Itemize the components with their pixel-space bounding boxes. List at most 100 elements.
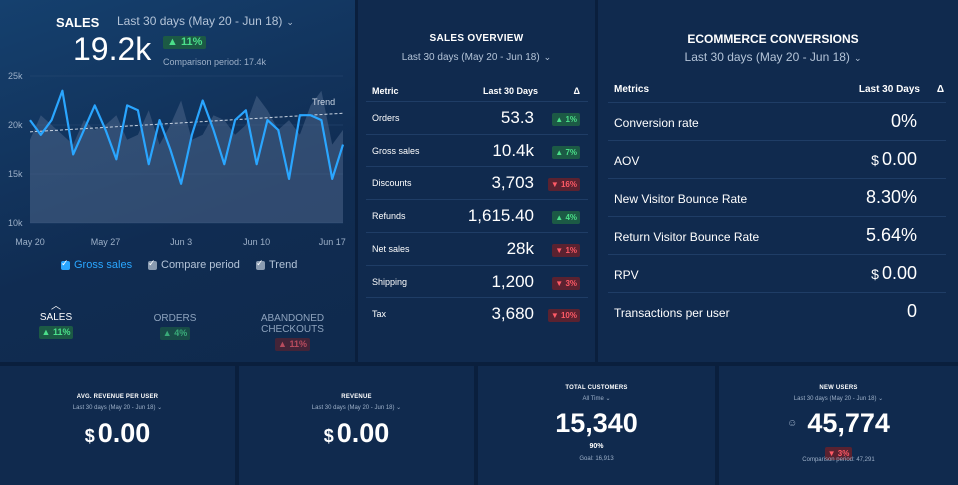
row-value: 1,615.40 [467,206,534,226]
tab-sales[interactable]: ︿ SALES ▲ 11% [36,301,76,339]
checkbox-trend[interactable] [256,258,265,270]
row-change-badge: ▼ 1% [552,243,580,257]
row-change-badge: ▲ 7% [552,145,580,159]
tab-abandoned-checkouts[interactable]: ABANDONED CHECKOUTS ▲ 11% [250,313,335,351]
row-change-badge: ▲ 1% [552,113,580,126]
row-label: Net sales [372,243,410,254]
goal-percent: 90% [589,443,604,450]
row-value: $0.00 [871,149,917,170]
tab-orders[interactable]: ORDERS ▲ 4% [145,313,205,340]
x-tick-label: May 20 [15,237,45,247]
tile-value-number: 45,774 [807,408,890,438]
legend-compare-period[interactable]: Compare period [148,258,240,271]
chevron-down-icon: ⌄ [396,405,402,411]
currency-symbol: $ [871,152,879,168]
row-value-number: 0 [906,301,917,321]
currency-symbol: $ [84,426,95,446]
tile-title: AVG. REVENUE PER USER [76,394,159,400]
tile-value: 15,340 [555,408,638,438]
tile-period-select[interactable]: All Time ⌄ [478,395,715,402]
goal-label: Goal: 16,913 [579,456,614,462]
overview-period-select[interactable]: Last 30 days (May 20 - Jun 18) ⌄ [358,52,595,63]
legend-compare-period-label: Compare period [161,259,240,271]
tab-sales-label: SALES [39,312,73,323]
user-icon: ☺ [787,418,798,429]
row-label: Tax [372,309,387,320]
row-change-badge: ▼ 16% [547,178,580,192]
table-row: AOV $0.00 [608,140,946,178]
table-row: Conversion rate 0% [608,102,946,140]
table-row: Shipping 1,200 ▼ 3% [366,264,588,298]
x-tick-label: May 27 [91,237,121,247]
checkbox-compare-period[interactable] [148,258,157,270]
checkbox-gross-sales[interactable] [61,258,70,270]
legend-trend-label: Trend [269,259,298,271]
conversions-header-period: Last 30 Days [858,84,920,95]
tile-period-label: All Time [582,396,604,402]
chevron-down-icon: ⌄ [605,396,611,402]
row-label: Transactions per user [614,306,730,320]
tile-period-select[interactable]: Last 30 days (May 20 - Jun 18) ⌄ [0,404,235,411]
row-change-badge: ▲ 4% [552,211,580,225]
tile-period-select[interactable]: Last 30 days (May 20 - Jun 18) ⌄ [239,404,474,411]
y-tick-label: 15k [8,169,23,179]
row-value: 5.64% [863,225,917,246]
row-change-badge: ▼ 3% [552,276,580,290]
tab-sales-badge: ▲ 11% [38,326,74,339]
conversions-table-header: Metrics Last 30 Days Δ [608,84,948,100]
row-value-number: 5.64% [865,225,917,245]
table-row: Gross sales 10.4k ▲ 7% [366,133,588,167]
row-label: AOV [614,154,640,168]
conversions-title: ECOMMERCE CONVERSIONS [687,32,859,46]
x-tick-label: Jun 3 [170,237,192,247]
ecommerce-conversions-panel: ECOMMERCE CONVERSIONS Last 30 days (May … [598,0,958,362]
trend-label: Trend [312,97,335,107]
overview-title: SALES OVERVIEW [429,33,524,44]
table-row: Orders 53.3 ▲ 1% [366,101,588,134]
table-row: Return Visitor Bounce Rate 5.64% [608,216,946,254]
tile-title: TOTAL CUSTOMERS [565,385,628,391]
row-value: 10.4k [492,140,534,160]
y-tick-label: 10k [8,218,23,228]
row-label: RPV [614,268,639,282]
table-row: Transactions per user 0 [608,292,946,330]
sales-line-chart: 25k 20k 15k 10k May 20 May 27 Jun 3 Jun 10 Jun 1… [8,71,346,247]
conversions-header-metric: Metrics [614,84,650,95]
row-value: 0% [888,111,917,132]
y-tick-label: 25k [8,71,23,81]
x-tick-label: Jun 17 [319,237,346,247]
row-value: 3,680 [491,304,534,324]
legend-gross-sales[interactable]: Gross sales [61,258,132,271]
tab-abandoned-checkouts-badge: ▲ 11% [275,338,310,351]
table-row: Refunds 1,615.40 ▲ 4% [366,199,588,232]
row-change-badge: ▼ 10% [547,309,580,323]
table-row: New Visitor Bounce Rate 8.30% [608,178,946,216]
tile-title: REVENUE [341,394,372,400]
x-tick-label: Jun 10 [243,237,270,247]
row-value-number: 8.30% [865,187,917,207]
row-value-number: 0.00 [881,149,917,169]
tile-period-label: Last 30 days (May 20 - Jun 18) [72,405,156,411]
tile-period-label: Last 30 days (May 20 - Jun 18) [311,405,395,411]
avg-revenue-per-user-tile: AVG. REVENUE PER USER Last 30 days (May … [0,366,235,485]
conversions-period-select[interactable]: Last 30 days (May 20 - Jun 18) ⌄ [598,50,948,64]
row-value: 53.3 [500,108,534,127]
tile-value: $0.00 [0,418,235,449]
overview-header-delta: Δ [573,86,580,96]
tile-period-select[interactable]: Last 30 days (May 20 - Jun 18) ⌄ [719,395,958,402]
tab-orders-label: ORDERS [153,313,197,324]
row-value: 3,703 [491,173,534,193]
conversions-period-label: Last 30 days (May 20 - Jun 18) [684,50,850,64]
tile-value: $0.00 [239,418,474,449]
y-tick-label: 20k [8,120,23,130]
row-label: New Visitor Bounce Rate [614,192,748,206]
comparison-label: Comparison period: 47,291 [802,457,875,463]
chevron-up-icon: ︿ [51,301,61,312]
chevron-down-icon: ⌄ [878,396,884,402]
sales-panel: SALES Last 30 days (May 20 - Jun 18) ⌄ 19… [0,0,355,362]
overview-header-metric: Metric [372,86,399,96]
legend-trend[interactable]: Trend [256,258,298,271]
row-label: Orders [372,113,400,123]
row-label: Return Visitor Bounce Rate [614,230,760,244]
table-row: Net sales 28k ▼ 1% [366,231,588,265]
